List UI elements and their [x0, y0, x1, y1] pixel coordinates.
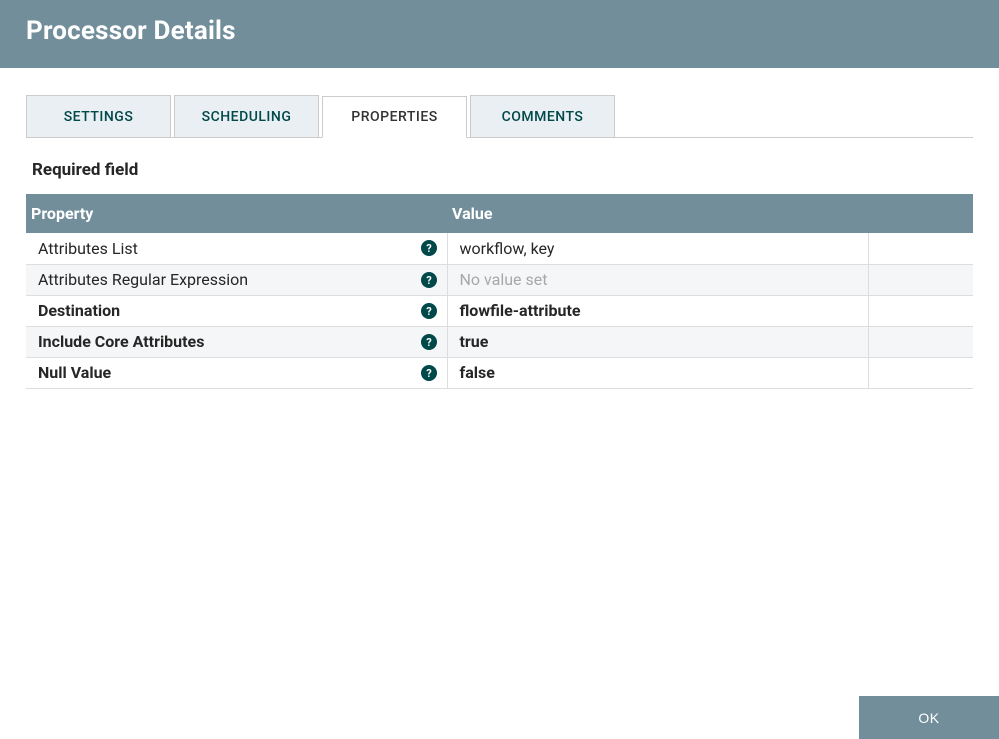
tab-row: SETTINGS SCHEDULING PROPERTIES COMMENTS — [26, 95, 973, 138]
property-name: Destination — [38, 301, 120, 320]
property-extra — [868, 295, 973, 326]
tab-comments[interactable]: COMMENTS — [470, 95, 615, 137]
table-row[interactable]: Null Value ? false — [26, 357, 973, 388]
help-icon[interactable]: ? — [421, 272, 437, 288]
column-header-extra — [868, 194, 973, 233]
property-name: Attributes Regular Expression — [38, 270, 248, 289]
tab-settings[interactable]: SETTINGS — [26, 95, 171, 137]
svg-text:?: ? — [426, 305, 432, 318]
dialog-title: Processor Details — [26, 16, 973, 46]
svg-text:?: ? — [426, 367, 432, 380]
property-extra — [868, 357, 973, 388]
properties-table: Property Value Attributes List ? workflo… — [26, 194, 973, 389]
column-header-property: Property — [26, 194, 447, 233]
property-name: Include Core Attributes — [38, 332, 204, 351]
help-icon[interactable]: ? — [421, 240, 437, 256]
table-row[interactable]: Include Core Attributes ? true — [26, 326, 973, 357]
table-row[interactable]: Destination ? flowfile-attribute — [26, 295, 973, 326]
property-name: Null Value — [38, 363, 111, 382]
tab-scheduling[interactable]: SCHEDULING — [174, 95, 319, 137]
property-value: false — [460, 363, 495, 382]
table-row[interactable]: Attributes List ? workflow, key — [26, 233, 973, 264]
property-value: flowfile-attribute — [460, 301, 581, 320]
property-value: true — [460, 332, 489, 351]
dialog-header: Processor Details — [0, 0, 999, 68]
help-icon[interactable]: ? — [421, 303, 437, 319]
column-header-value: Value — [447, 194, 868, 233]
required-field-label: Required field — [32, 160, 973, 180]
table-row[interactable]: Attributes Regular Expression ? No value… — [26, 264, 973, 295]
help-icon[interactable]: ? — [421, 334, 437, 350]
property-extra — [868, 233, 973, 264]
property-extra — [868, 326, 973, 357]
svg-text:?: ? — [426, 336, 432, 349]
property-extra — [868, 264, 973, 295]
tab-properties[interactable]: PROPERTIES — [322, 96, 467, 138]
help-icon[interactable]: ? — [421, 365, 437, 381]
property-value: workflow, key — [460, 239, 555, 258]
property-value: No value set — [460, 270, 548, 289]
svg-text:?: ? — [426, 274, 432, 287]
dialog-content: SETTINGS SCHEDULING PROPERTIES COMMENTS … — [0, 95, 999, 389]
ok-button[interactable]: OK — [859, 696, 999, 739]
property-name: Attributes List — [38, 239, 138, 258]
svg-text:?: ? — [426, 242, 432, 255]
